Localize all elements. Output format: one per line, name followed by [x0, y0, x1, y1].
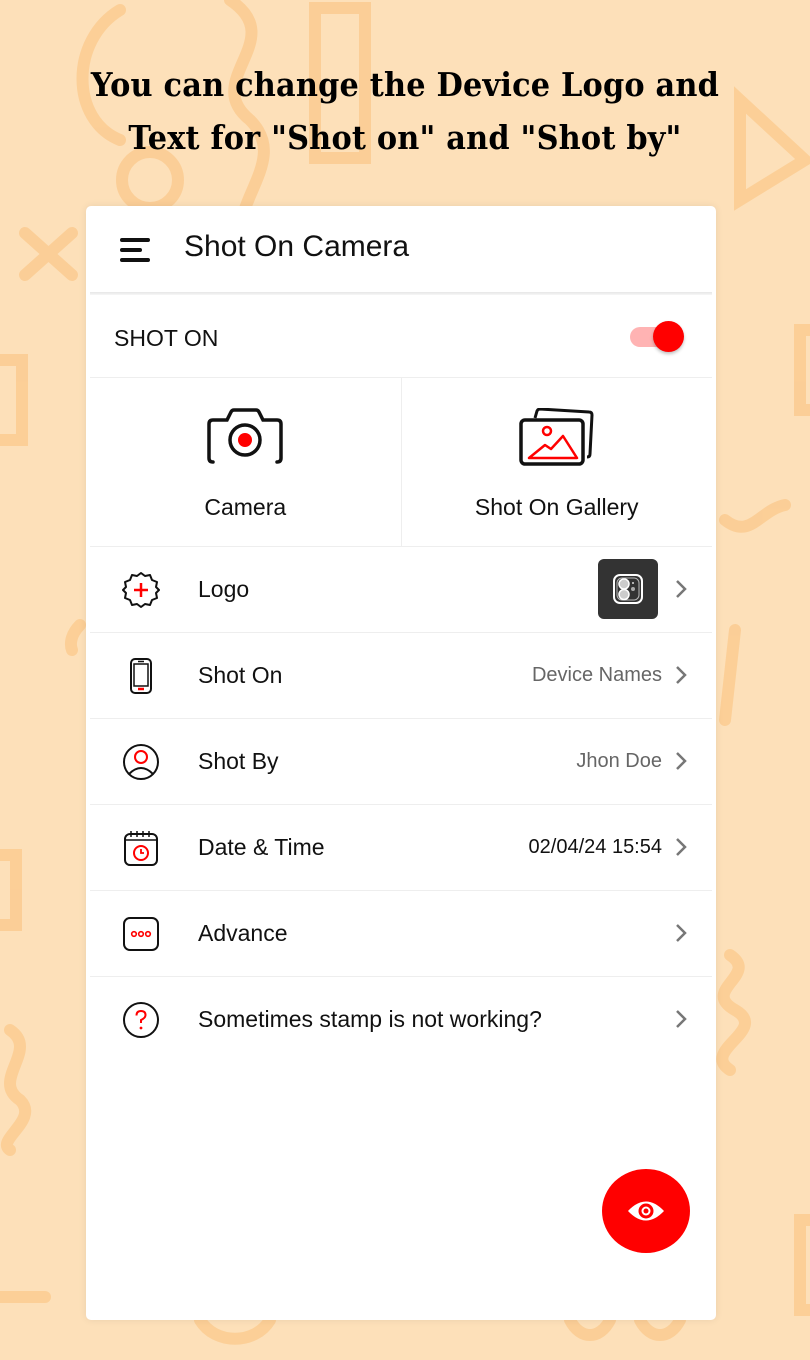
- promo-headline: You can change the Device Logo and Text …: [32, 58, 777, 164]
- headline-line-1: You can change the Device Logo and: [90, 65, 720, 104]
- settings-row-label: Sometimes stamp is not working?: [198, 1006, 542, 1032]
- chevron-right-icon: [676, 924, 687, 942]
- chevron-right-icon: [676, 752, 687, 770]
- settings-row-date-time[interactable]: Date & Time 02/04/24 15:54: [90, 805, 712, 891]
- gallery-tile-label: Shot On Gallery: [474, 494, 639, 520]
- switch-thumb: [653, 321, 684, 352]
- camera-icon: [207, 408, 283, 464]
- settings-row-value: 02/04/24 15:54: [528, 836, 662, 858]
- settings-row-label: Shot On: [198, 662, 283, 688]
- phone-icon: [130, 658, 152, 694]
- chevron-right-icon: [676, 666, 687, 684]
- user-icon: [123, 744, 159, 780]
- chevron-right-icon: [676, 1010, 687, 1028]
- help-icon: [123, 1002, 159, 1038]
- app-bar: Shot On Camera: [86, 206, 716, 292]
- chevron-right-icon: [676, 580, 687, 598]
- app-screen: Shot On Camera SHOT ON Camera Shot On Ga…: [86, 206, 716, 1320]
- camera-tile[interactable]: Camera: [90, 378, 401, 546]
- eye-icon: [628, 1201, 664, 1221]
- settings-row-value: Device Names: [531, 664, 662, 686]
- chevron-right-icon: [676, 838, 687, 856]
- settings-row-label: Logo: [198, 576, 250, 602]
- settings-list: Logo Shot On Device Names Shot By Jhon D…: [86, 547, 716, 1062]
- settings-row-logo[interactable]: Logo: [90, 547, 712, 633]
- shot-on-toggle-label: SHOT ON: [114, 325, 219, 351]
- app-title: Shot On Camera: [184, 230, 410, 263]
- settings-row-label: Shot By: [198, 748, 279, 774]
- more-dots-icon: [123, 917, 159, 951]
- hamburger-menu-icon[interactable]: [120, 238, 152, 262]
- settings-row-advance[interactable]: Advance: [90, 891, 712, 977]
- preview-fab[interactable]: [602, 1169, 690, 1253]
- headline-line-2: Text for "Shot on" and "Shot by": [128, 118, 682, 157]
- settings-row-shot-by[interactable]: Shot By Jhon Doe: [90, 719, 712, 805]
- settings-row-label: Date & Time: [198, 834, 325, 860]
- calendar-clock-icon: [124, 831, 158, 866]
- settings-row-value: Jhon Doe: [576, 750, 662, 772]
- dual-camera-logo-icon: [613, 574, 643, 604]
- shot-on-switch[interactable]: [630, 321, 684, 353]
- shot-on-toggle-row: SHOT ON: [90, 295, 712, 378]
- settings-row-label: Advance: [198, 920, 288, 946]
- camera-tile-label: Camera: [204, 494, 287, 520]
- add-badge-icon: [122, 572, 160, 608]
- settings-row-help[interactable]: Sometimes stamp is not working?: [90, 977, 712, 1062]
- device-logo-thumbnail[interactable]: [598, 559, 658, 619]
- gallery-tile[interactable]: Shot On Gallery: [400, 378, 713, 546]
- quick-actions: Camera Shot On Gallery: [90, 378, 712, 547]
- gallery-icon: [519, 408, 594, 466]
- settings-row-shot-on[interactable]: Shot On Device Names: [90, 633, 712, 719]
